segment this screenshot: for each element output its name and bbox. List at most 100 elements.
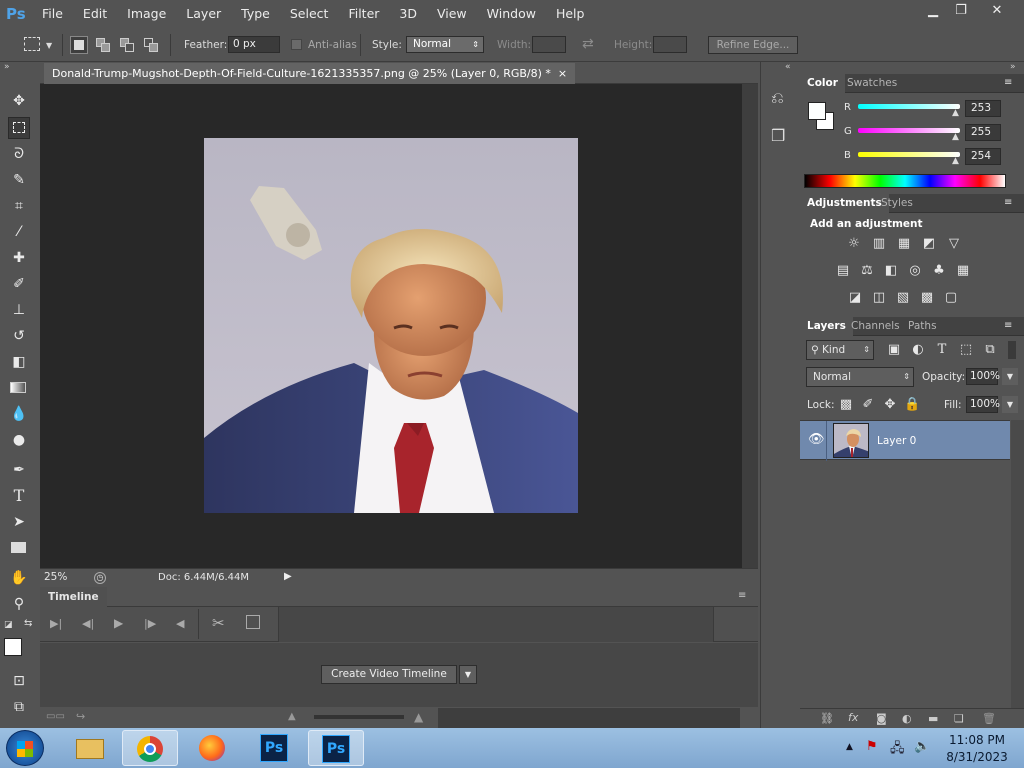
tab-channels[interactable]: Channels: [844, 317, 907, 336]
clock-time[interactable]: 11:08 PM: [944, 733, 1010, 747]
collapse-arrows-icon[interactable]: »: [4, 62, 10, 72]
chrome-icon[interactable]: [122, 730, 178, 766]
network-icon[interactable]: 🖧: [890, 739, 905, 761]
g-value-input[interactable]: 255: [965, 124, 1001, 141]
collapse-arrows-icon[interactable]: «: [785, 62, 791, 72]
layer-style-icon[interactable]: fx: [848, 711, 858, 724]
threshold-icon[interactable]: ▧: [895, 290, 911, 306]
black-white-icon[interactable]: ◧: [883, 263, 899, 279]
layer-filter-kind[interactable]: ⚲ Kind ⇕: [806, 340, 874, 360]
hand-tool-icon[interactable]: ✋: [8, 567, 30, 589]
quick-selection-tool-icon[interactable]: ✎: [8, 169, 30, 191]
smart-object-filter-icon[interactable]: ⧉: [982, 342, 998, 358]
eyedropper-tool-icon[interactable]: ⁄: [8, 221, 30, 243]
volume-icon[interactable]: 🔈: [914, 739, 930, 754]
timeline-tab[interactable]: Timeline: [40, 587, 107, 607]
pen-tool-icon[interactable]: ✒: [8, 459, 30, 481]
eraser-tool-icon[interactable]: ◧: [8, 351, 30, 373]
hue-saturation-icon[interactable]: ▤: [835, 263, 851, 279]
menu-layer[interactable]: Layer: [176, 0, 231, 28]
add-mask-icon[interactable]: ◙: [876, 712, 887, 725]
exposure-icon[interactable]: ◩: [921, 236, 937, 252]
menu-help[interactable]: Help: [546, 0, 595, 28]
width-input[interactable]: [532, 36, 566, 53]
clock-date[interactable]: 8/31/2023: [944, 750, 1010, 764]
layer-thumbnail[interactable]: [833, 423, 869, 458]
new-adjustment-layer-icon[interactable]: ◐: [902, 712, 912, 725]
blur-tool-icon[interactable]: 💧: [8, 403, 30, 425]
gradient-map-icon[interactable]: ▩: [919, 290, 935, 306]
file-explorer-icon[interactable]: [62, 730, 118, 766]
layer-row[interactable]: 👁 Layer 0: [800, 420, 1010, 461]
healing-brush-tool-icon[interactable]: ✚: [8, 247, 30, 269]
new-group-icon[interactable]: ▬: [928, 712, 938, 725]
path-selection-tool-icon[interactable]: ➤: [8, 511, 30, 533]
panel-menu-icon[interactable]: ≡: [1004, 320, 1012, 331]
rectangle-tool-icon[interactable]: [8, 537, 30, 559]
properties-panel-icon[interactable]: ❒: [771, 126, 785, 145]
create-video-timeline-button[interactable]: Create Video Timeline: [321, 665, 457, 684]
photoshop-taskbar-icon[interactable]: Ps: [246, 730, 302, 766]
marquee-preset-icon[interactable]: [24, 37, 40, 51]
height-input[interactable]: [653, 36, 687, 53]
filter-toggle[interactable]: [1008, 341, 1016, 359]
canvas-area[interactable]: [40, 84, 742, 568]
panel-menu-icon[interactable]: ≡: [1004, 77, 1012, 88]
type-tool-icon[interactable]: T: [8, 485, 30, 507]
shape-filter-icon[interactable]: ⬚: [958, 342, 974, 358]
menu-type[interactable]: Type: [231, 0, 280, 28]
swap-colors-icon[interactable]: ⇆: [24, 618, 32, 629]
tab-swatches[interactable]: Swatches: [840, 74, 904, 93]
color-lookup-icon[interactable]: ▦: [955, 263, 971, 279]
status-menu-arrow-icon[interactable]: ▶: [284, 571, 292, 582]
first-frame-icon[interactable]: ▶|: [50, 617, 62, 630]
delete-layer-icon[interactable]: 🗑: [982, 712, 996, 725]
menu-image[interactable]: Image: [117, 0, 176, 28]
chevron-down-icon[interactable]: ▼: [46, 41, 52, 50]
play-icon[interactable]: ▶: [114, 616, 123, 630]
previous-frame-icon[interactable]: ◀|: [82, 617, 94, 630]
swap-icon[interactable]: ⇄: [582, 36, 594, 52]
photo-filter-icon[interactable]: ◎: [907, 263, 923, 279]
refine-edge-button[interactable]: Refine Edge...: [708, 36, 798, 54]
b-slider[interactable]: [858, 152, 960, 157]
brush-tool-icon[interactable]: ✐: [8, 273, 30, 295]
lasso-tool-icon[interactable]: ᘐ: [8, 143, 30, 165]
zoom-tool-icon[interactable]: ⚲: [8, 593, 30, 615]
clone-stamp-tool-icon[interactable]: ⊥: [8, 299, 30, 321]
frame-animation-icon[interactable]: ▭▭: [46, 711, 65, 722]
scissors-icon[interactable]: ✂: [212, 614, 225, 632]
panel-menu-icon[interactable]: ≡: [738, 590, 746, 601]
timeline-zoom-slider[interactable]: [314, 715, 404, 719]
vibrance-icon[interactable]: ▽: [946, 236, 962, 252]
zoom-in-timeline-icon[interactable]: ▲: [414, 710, 423, 724]
firefox-icon[interactable]: [184, 730, 240, 766]
g-slider-handle[interactable]: ▲: [952, 132, 959, 142]
g-slider[interactable]: [858, 128, 960, 133]
color-ramp[interactable]: [804, 174, 1006, 188]
transition-icon[interactable]: [246, 615, 260, 629]
r-slider-handle[interactable]: ▲: [952, 108, 959, 118]
minimize-button[interactable]: ▁: [918, 2, 948, 20]
menu-filter[interactable]: Filter: [338, 0, 389, 28]
next-frame-icon[interactable]: |▶: [144, 617, 156, 630]
pixel-filter-icon[interactable]: ▣: [886, 342, 902, 358]
photoshop-active-taskbar-icon[interactable]: Ps: [308, 730, 364, 766]
opacity-input[interactable]: 100%: [966, 368, 1000, 385]
r-value-input[interactable]: 253: [965, 100, 1001, 117]
fill-input[interactable]: 100%: [966, 396, 1000, 413]
lock-position-icon[interactable]: ✥: [882, 397, 898, 413]
status-info-icon[interactable]: ◷: [94, 572, 106, 584]
fill-dropdown-icon[interactable]: ▼: [1002, 396, 1018, 413]
menu-file[interactable]: File: [32, 0, 73, 28]
posterize-icon[interactable]: ◫: [871, 290, 887, 306]
color-balance-icon[interactable]: ⚖: [859, 263, 875, 279]
vertical-scrollbar[interactable]: [742, 84, 758, 568]
foreground-color-swatch[interactable]: [4, 638, 22, 656]
menu-view[interactable]: View: [427, 0, 477, 28]
restore-button[interactable]: ❐: [946, 2, 976, 20]
convert-icon[interactable]: ↪: [76, 710, 85, 723]
tab-paths[interactable]: Paths: [901, 317, 944, 336]
lock-transparent-icon[interactable]: ▩: [838, 397, 854, 413]
style-select[interactable]: Normal ⇕: [406, 36, 484, 53]
